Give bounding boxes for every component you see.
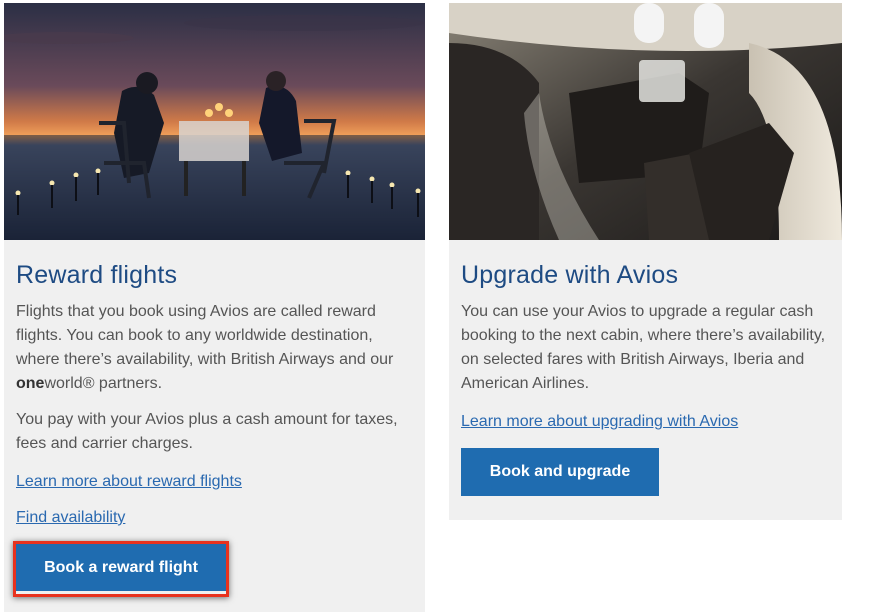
learn-more-upgrading-link[interactable]: Learn more about upgrading with Avios — [461, 412, 738, 432]
book-reward-flight-button[interactable]: Book a reward flight — [16, 544, 226, 591]
find-availability-link[interactable]: Find availability — [16, 508, 125, 528]
beach-dinner-photo — [4, 3, 425, 240]
oneworld-brand-text: one — [16, 375, 45, 392]
book-and-upgrade-button[interactable]: Book and upgrade — [461, 448, 659, 496]
upgrade-description: You can use your Avios to upgrade a regu… — [461, 303, 826, 392]
reward-flights-payment-note: You pay with your Avios plus a cash amou… — [16, 411, 398, 452]
reward-flights-title: Reward flights — [16, 261, 178, 289]
learn-more-reward-flights-link[interactable]: Learn more about reward flights — [16, 472, 242, 492]
reward-description-text: Flights that you book using Avios are ca… — [16, 303, 394, 368]
reward-flights-card: Reward flights Flights that you book usi… — [4, 3, 425, 612]
upgrade-with-avios-title: Upgrade with Avios — [461, 261, 679, 289]
reward-flights-description: Flights that you book using Avios are ca… — [16, 300, 413, 396]
upgrade-with-avios-card: Upgrade with Avios You can use your Avio… — [449, 3, 842, 520]
reward-description-text-end: world® partners. — [44, 375, 163, 392]
first-class-cabin-photo — [449, 3, 842, 240]
